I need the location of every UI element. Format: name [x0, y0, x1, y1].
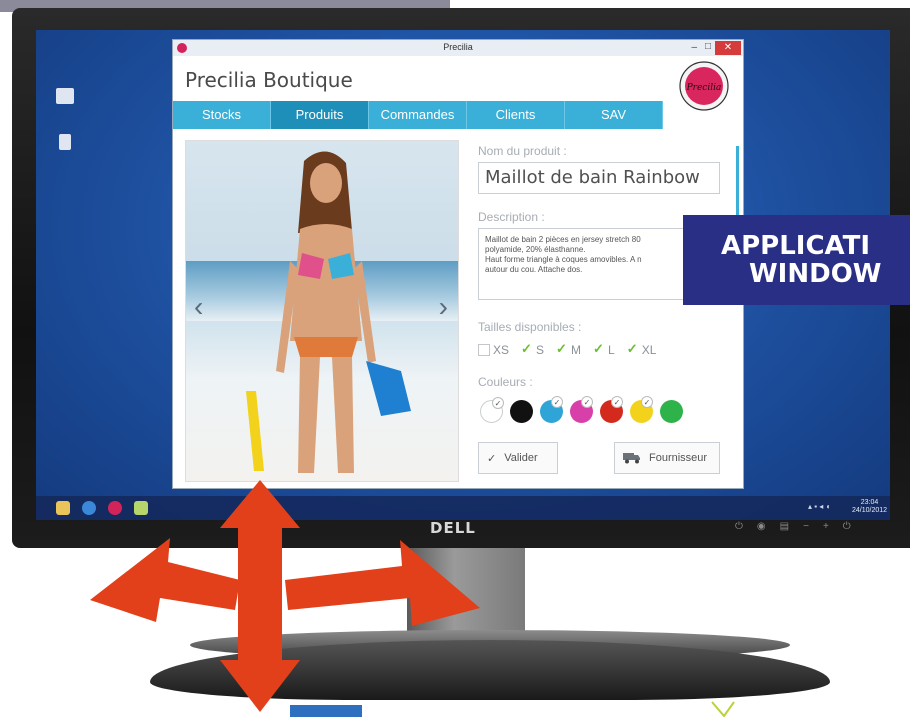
blue-corner-decoration — [290, 705, 362, 717]
system-tray[interactable]: ▴ ▪ ◂ ◖ — [808, 502, 830, 511]
recycle-bin-icon — [59, 134, 71, 150]
size-checkbox[interactable] — [556, 341, 568, 357]
color-swatch[interactable] — [660, 400, 683, 423]
color-swatch[interactable]: ✓ — [480, 397, 504, 423]
tab-sav[interactable]: SAV — [565, 101, 663, 129]
close-icon[interactable]: ✕ — [715, 41, 741, 55]
color-swatch[interactable]: ✓ — [540, 396, 563, 423]
size-label: XL — [641, 343, 657, 357]
size-option-s[interactable]: S — [521, 341, 545, 357]
tab-commandes[interactable]: Commandes — [369, 101, 467, 129]
tab-clients[interactable]: Clients — [467, 101, 565, 129]
logo-text: Precilia — [686, 83, 722, 93]
main-nav: Stocks Produits Commandes Clients SAV — [173, 101, 663, 129]
window-title: Precilia — [443, 42, 473, 52]
product-photo: ‹ › — [185, 140, 459, 482]
monitor-button-icon[interactable]: ▤ — [780, 521, 789, 532]
next-image-arrow-icon[interactable]: › — [439, 291, 448, 323]
previous-image-arrow-icon[interactable]: ‹ — [194, 291, 203, 323]
app-window: Precilia – □ ✕ Precilia Boutique Precili… — [172, 39, 744, 489]
taskbar-clock[interactable]: 23:04 24/10/2012 — [852, 499, 887, 515]
monitor-button-icon[interactable]: ⏻ — [843, 521, 851, 532]
stage: DELL ⏻ ◉ ▤ − + ⏻ ▴ ▪ ◂ ◖ 23:04 24/10/201… — [0, 0, 910, 717]
size-checkbox[interactable] — [627, 341, 639, 357]
size-label: L — [608, 343, 615, 357]
colors-label: Couleurs : — [478, 375, 533, 389]
lime-check-decoration — [711, 701, 735, 717]
description-label: Description : — [478, 210, 545, 224]
fournisseur-button[interactable]: Fournisseur — [614, 442, 720, 474]
product-name-input[interactable]: Maillot de bain Rainbow — [478, 162, 720, 194]
size-option-xs[interactable]: XS — [478, 343, 509, 357]
computer-icon — [56, 88, 74, 104]
size-label: XS — [493, 343, 510, 357]
size-label: M — [571, 343, 582, 357]
window-titlebar[interactable]: Precilia – □ ✕ — [173, 40, 743, 56]
size-option-l[interactable]: L — [593, 341, 615, 357]
swatch-selected-check-icon: ✓ — [551, 396, 563, 408]
size-checkbox[interactable] — [593, 341, 605, 357]
color-swatch[interactable]: ✓ — [570, 396, 593, 423]
sizes-group: XS S M L XL — [478, 341, 657, 357]
truck-icon — [623, 453, 640, 464]
color-swatches: ✓ ✓ ✓ ✓ ✓ — [480, 396, 683, 423]
clock-date: 24/10/2012 — [852, 507, 888, 514]
model-figure — [246, 151, 411, 473]
color-swatch[interactable] — [510, 400, 533, 423]
monitor-buttons: ⏻ ◉ ▤ − + ⏻ — [735, 521, 851, 532]
color-swatch[interactable]: ✓ — [630, 396, 653, 423]
valider-label: Valider — [504, 452, 538, 464]
swatch-selected-check-icon: ✓ — [581, 396, 593, 408]
application-window-overlay: APPLICATI WINDOW — [683, 215, 910, 305]
swatch-selected-check-icon: ✓ — [611, 396, 623, 408]
size-option-m[interactable]: M — [556, 341, 582, 357]
app-title: Precilia Boutique — [185, 68, 353, 92]
swatch-selected-check-icon: ✓ — [492, 397, 504, 409]
overlay-line-1: APPLICATI — [721, 231, 871, 261]
size-option-xl[interactable]: XL — [627, 341, 657, 357]
top-band-right — [450, 0, 910, 8]
check-icon: ✓ — [487, 452, 497, 465]
sizes-label: Tailles disponibles : — [478, 320, 582, 334]
size-label: S — [536, 343, 545, 357]
minimize-icon[interactable]: – — [691, 42, 697, 53]
fournisseur-label: Fournisseur — [649, 452, 708, 464]
red-move-arrows — [90, 480, 480, 712]
color-swatch[interactable]: ✓ — [600, 396, 623, 423]
size-checkbox[interactable] — [521, 341, 533, 357]
overlay-line-2: WINDOW — [749, 259, 882, 289]
clock-time: 23:04 — [860, 499, 879, 506]
desktop-icon-recycle-bin[interactable] — [50, 134, 80, 153]
swatch-selected-check-icon: ✓ — [641, 396, 653, 408]
name-label: Nom du produit : — [478, 144, 567, 158]
desktop-icon-computer[interactable] — [50, 88, 80, 107]
precilia-logo: Precilia — [679, 61, 729, 111]
monitor-button-icon[interactable]: ⏻ — [735, 521, 743, 532]
size-checkbox[interactable] — [478, 344, 490, 356]
monitor-button-icon[interactable]: − — [803, 521, 809, 532]
monitor-button-icon[interactable]: + — [823, 521, 829, 532]
tab-produits[interactable]: Produits — [271, 101, 369, 129]
maximize-icon[interactable]: □ — [705, 41, 711, 52]
monitor-button-icon[interactable]: ◉ — [757, 521, 766, 532]
tab-stocks[interactable]: Stocks — [173, 101, 271, 129]
